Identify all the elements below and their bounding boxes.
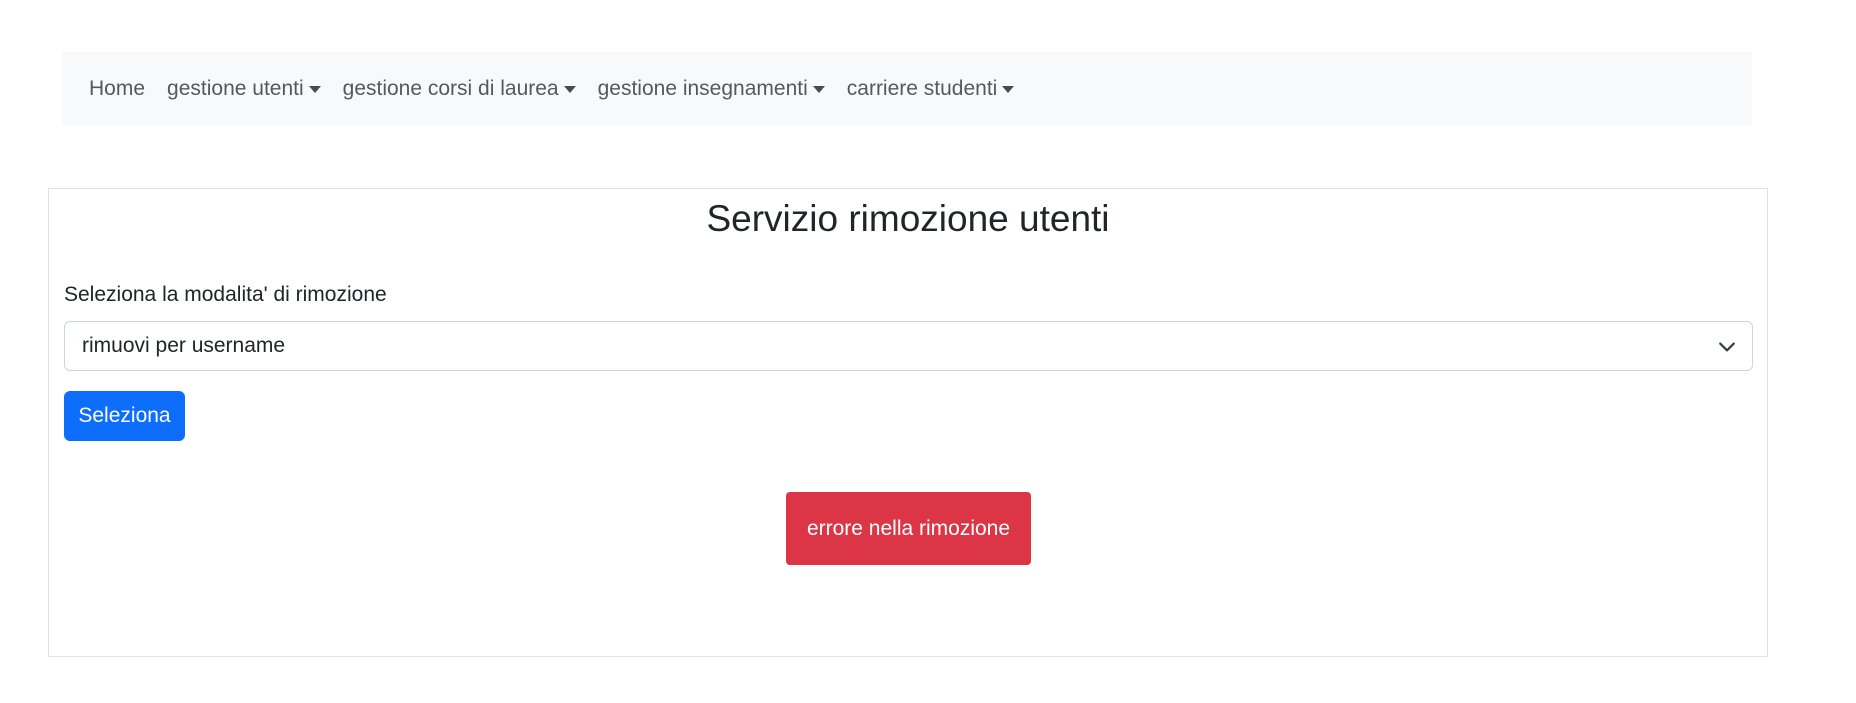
nav-gestione-insegnamenti-dropdown[interactable]: gestione insegnamenti xyxy=(598,77,825,101)
nav-carriere-studenti-label: carriere studenti xyxy=(846,76,998,100)
nav-gestione-corsi-label: gestione corsi di laurea xyxy=(342,76,559,100)
caret-down-icon xyxy=(563,86,576,93)
nav-gestione-insegnamenti-label: gestione insegnamenti xyxy=(597,76,808,100)
nav-home-label: Home xyxy=(89,76,146,100)
nav-gestione-utenti-dropdown[interactable]: gestione utenti xyxy=(167,77,321,101)
page-title: Servizio rimozione utenti xyxy=(706,198,1110,239)
caret-down-icon xyxy=(1002,86,1015,93)
error-alert: errore nella rimozione xyxy=(786,492,1031,565)
removal-mode-selected-value: rimuovi per username xyxy=(82,334,286,357)
chevron-down-icon xyxy=(1719,342,1735,352)
removal-mode-label: Seleziona la modalita' di rimozione xyxy=(64,283,387,306)
navbar: Home gestione utenti gestione corsi di l… xyxy=(62,52,1752,125)
nav-home[interactable]: Home xyxy=(89,77,145,101)
nav-gestione-utenti-label: gestione utenti xyxy=(167,76,304,100)
caret-down-icon xyxy=(308,86,321,93)
seleziona-button[interactable]: Seleziona xyxy=(64,391,185,441)
nav-gestione-corsi-dropdown[interactable]: gestione corsi di laurea xyxy=(343,77,576,101)
removal-mode-select[interactable]: rimuovi per username xyxy=(64,321,1753,371)
nav-carriere-studenti-dropdown[interactable]: carriere studenti xyxy=(847,77,1015,101)
caret-down-icon xyxy=(812,86,825,93)
removal-panel: Servizio rimozione utenti Seleziona la m… xyxy=(48,188,1768,657)
